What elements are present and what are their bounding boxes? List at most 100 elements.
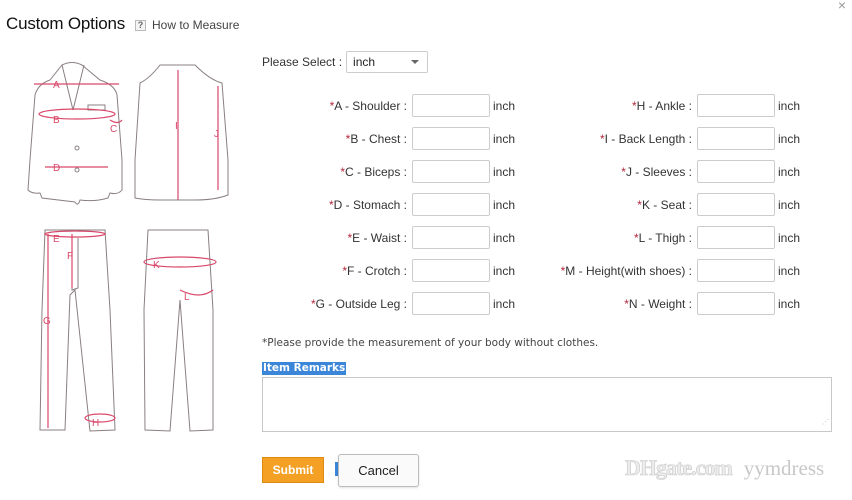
- unit-select-row: Please Select : inch: [262, 51, 429, 73]
- unit-label: inch: [493, 164, 516, 179]
- pants-front-markers: [44, 230, 116, 428]
- measurement-fields-left: *A - Shoulder : inch *B - Chest : inch *…: [300, 94, 515, 325]
- ankle-label: H - Ankle :: [636, 98, 692, 113]
- how-to-measure-link[interactable]: ? How to Measure: [135, 18, 239, 32]
- sleeves-input[interactable]: [697, 160, 775, 183]
- label-b: B: [53, 115, 60, 126]
- field-row-ankle: *H - Ankle : inch: [545, 94, 800, 117]
- label-c: C: [110, 124, 117, 135]
- seat-input[interactable]: [697, 193, 775, 216]
- marker-line-c: [109, 119, 123, 124]
- chevron-down-icon: [411, 60, 420, 64]
- marker-line-b: [38, 108, 116, 120]
- unit-label: inch: [778, 197, 801, 212]
- item-remarks-label: Item Remarks: [262, 362, 347, 375]
- biceps-label: C - Biceps :: [344, 164, 407, 179]
- label-a: A: [53, 80, 60, 91]
- shoulder-input[interactable]: [412, 94, 490, 117]
- field-row-height: *M - Height(with shoes) : inch: [545, 259, 800, 282]
- back-length-input[interactable]: [697, 127, 775, 150]
- label-e: E: [53, 234, 60, 245]
- unit-select[interactable]: inch: [346, 51, 429, 73]
- jacket-button: [74, 145, 80, 151]
- jacket-front-markers: [34, 83, 123, 168]
- unit-select-label: Please Select :: [262, 55, 343, 69]
- label-j: J: [214, 129, 219, 140]
- item-remarks-textarea[interactable]: [262, 377, 832, 432]
- outside-leg-input[interactable]: [412, 292, 490, 315]
- unit-label: inch: [778, 263, 801, 278]
- field-row-outside-leg: *G - Outside Leg : inch: [300, 292, 515, 315]
- unit-label: inch: [493, 263, 516, 278]
- unit-label: inch: [778, 164, 801, 179]
- crotch-input[interactable]: [412, 259, 490, 282]
- label-i: I: [175, 121, 178, 132]
- back-length-label: I - Back Length :: [604, 131, 692, 146]
- help-icon: ?: [135, 19, 146, 31]
- pants-fly: [71, 238, 79, 291]
- watermark: DHgate.com yymdress: [625, 455, 824, 481]
- measurement-illustration: A B C D I J E F G H K L: [27, 62, 229, 432]
- waist-input[interactable]: [412, 226, 490, 249]
- biceps-input[interactable]: [412, 160, 490, 183]
- label-h: H: [92, 418, 99, 429]
- field-row-stomach: *D - Stomach : inch: [300, 193, 515, 216]
- marker-line-h: [84, 413, 116, 423]
- unit-label: inch: [493, 197, 516, 212]
- label-d: D: [53, 163, 60, 174]
- thigh-input[interactable]: [697, 226, 775, 249]
- close-icon[interactable]: ×: [838, 0, 846, 13]
- field-row-crotch: *F - Crotch : inch: [300, 259, 515, 282]
- height-label: M - Height(with shoes) :: [565, 263, 692, 278]
- unit-label: inch: [778, 296, 801, 311]
- outside-leg-label: G - Outside Leg :: [315, 296, 407, 311]
- ankle-input[interactable]: [697, 94, 775, 117]
- dialog-title: Custom Options: [6, 14, 126, 33]
- label-g: G: [43, 316, 51, 327]
- unit-label: inch: [778, 131, 801, 146]
- label-l: L: [184, 292, 190, 303]
- chest-input[interactable]: [412, 127, 490, 150]
- store-name: yymdress: [743, 455, 825, 480]
- measurement-note: *Please provide the measurement of your …: [262, 337, 599, 349]
- unit-label: inch: [493, 296, 516, 311]
- pants-front-drawing: [39, 229, 116, 432]
- field-row-thigh: *L - Thigh : inch: [545, 226, 800, 249]
- resize-grip-icon[interactable]: ⋰: [822, 419, 830, 430]
- unit-label: inch: [778, 230, 801, 245]
- unit-label: inch: [493, 98, 516, 113]
- crotch-label: F - Crotch :: [346, 263, 407, 278]
- field-row-waist: *E - Waist : inch: [300, 226, 515, 249]
- stomach-input[interactable]: [412, 193, 490, 216]
- weight-input[interactable]: [697, 292, 775, 315]
- thigh-label: L - Thigh :: [638, 230, 692, 245]
- sleeves-label: J - Sleeves :: [625, 164, 692, 179]
- unit-select-value: inch: [353, 55, 376, 69]
- unit-label: inch: [493, 131, 516, 146]
- shoulder-label: A - Shoulder :: [334, 98, 407, 113]
- unit-label: inch: [493, 230, 516, 245]
- field-row-biceps: *C - Biceps : inch: [300, 160, 515, 183]
- dhgate-logo: DHgate.com: [625, 455, 733, 481]
- cancel-button[interactable]: Cancel: [338, 454, 419, 487]
- unit-label: inch: [778, 98, 801, 113]
- field-row-seat: *K - Seat : inch: [545, 193, 800, 216]
- chest-label: B - Chest :: [350, 131, 407, 146]
- field-row-shoulder: *A - Shoulder : inch: [300, 94, 515, 117]
- jacket-lapel: [61, 64, 85, 111]
- submit-button[interactable]: Submit: [262, 457, 324, 483]
- stomach-label: D - Stomach :: [333, 197, 407, 212]
- jacket-button: [74, 167, 80, 173]
- label-k: K: [153, 260, 160, 271]
- weight-label: N - Weight :: [628, 296, 692, 311]
- height-input[interactable]: [697, 259, 775, 282]
- jacket-front-labels: A B C D: [53, 80, 117, 174]
- seat-label: K - Seat :: [641, 197, 692, 212]
- waist-label: E - Waist :: [352, 230, 407, 245]
- field-row-chest: *B - Chest : inch: [300, 127, 515, 150]
- how-to-measure-label: How to Measure: [152, 18, 240, 32]
- field-row-sleeves: *J - Sleeves : inch: [545, 160, 800, 183]
- field-row-back-length: *I - Back Length : inch: [545, 127, 800, 150]
- jacket-back-markers: [177, 70, 219, 200]
- field-row-weight: *N - Weight : inch: [545, 292, 800, 315]
